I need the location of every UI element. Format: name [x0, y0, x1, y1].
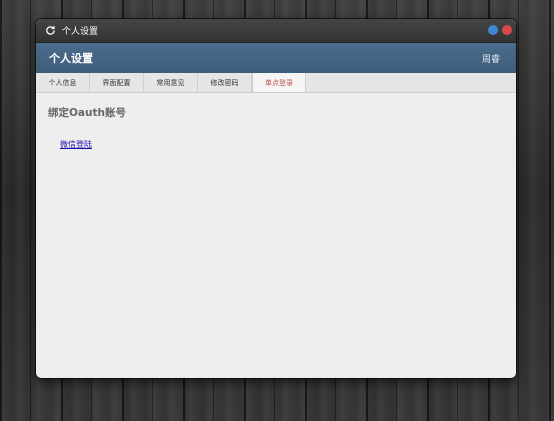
- tab-interface-config[interactable]: 界面配置: [90, 73, 144, 92]
- wechat-login-link[interactable]: 微信登陆: [60, 139, 92, 150]
- window-title: 个人设置: [62, 27, 99, 37]
- close-button[interactable]: [502, 25, 512, 35]
- tab-content: 绑定Oauth账号 微信登陆: [36, 105, 516, 151]
- title-bar: 个人设置: [36, 19, 516, 43]
- minimize-button[interactable]: [488, 25, 498, 35]
- settings-window: 个人设置 个人设置 周睿 个人信息 界面配置 常用意见 修改密码 单点登录 绑定…: [36, 19, 516, 378]
- section-title: 绑定Oauth账号: [48, 107, 126, 119]
- tab-personal-info[interactable]: 个人信息: [36, 73, 90, 92]
- tab-common-opinions[interactable]: 常用意见: [144, 73, 198, 92]
- tab-bar: 个人信息 界面配置 常用意见 修改密码 单点登录: [36, 73, 516, 93]
- page-header: 个人设置 周睿: [36, 43, 516, 73]
- tab-change-password[interactable]: 修改密码: [198, 73, 252, 92]
- refresh-icon[interactable]: [43, 24, 57, 38]
- page-title: 个人设置: [49, 52, 93, 65]
- tab-single-sign-on[interactable]: 单点登录: [252, 73, 306, 92]
- user-name[interactable]: 周睿: [482, 52, 500, 65]
